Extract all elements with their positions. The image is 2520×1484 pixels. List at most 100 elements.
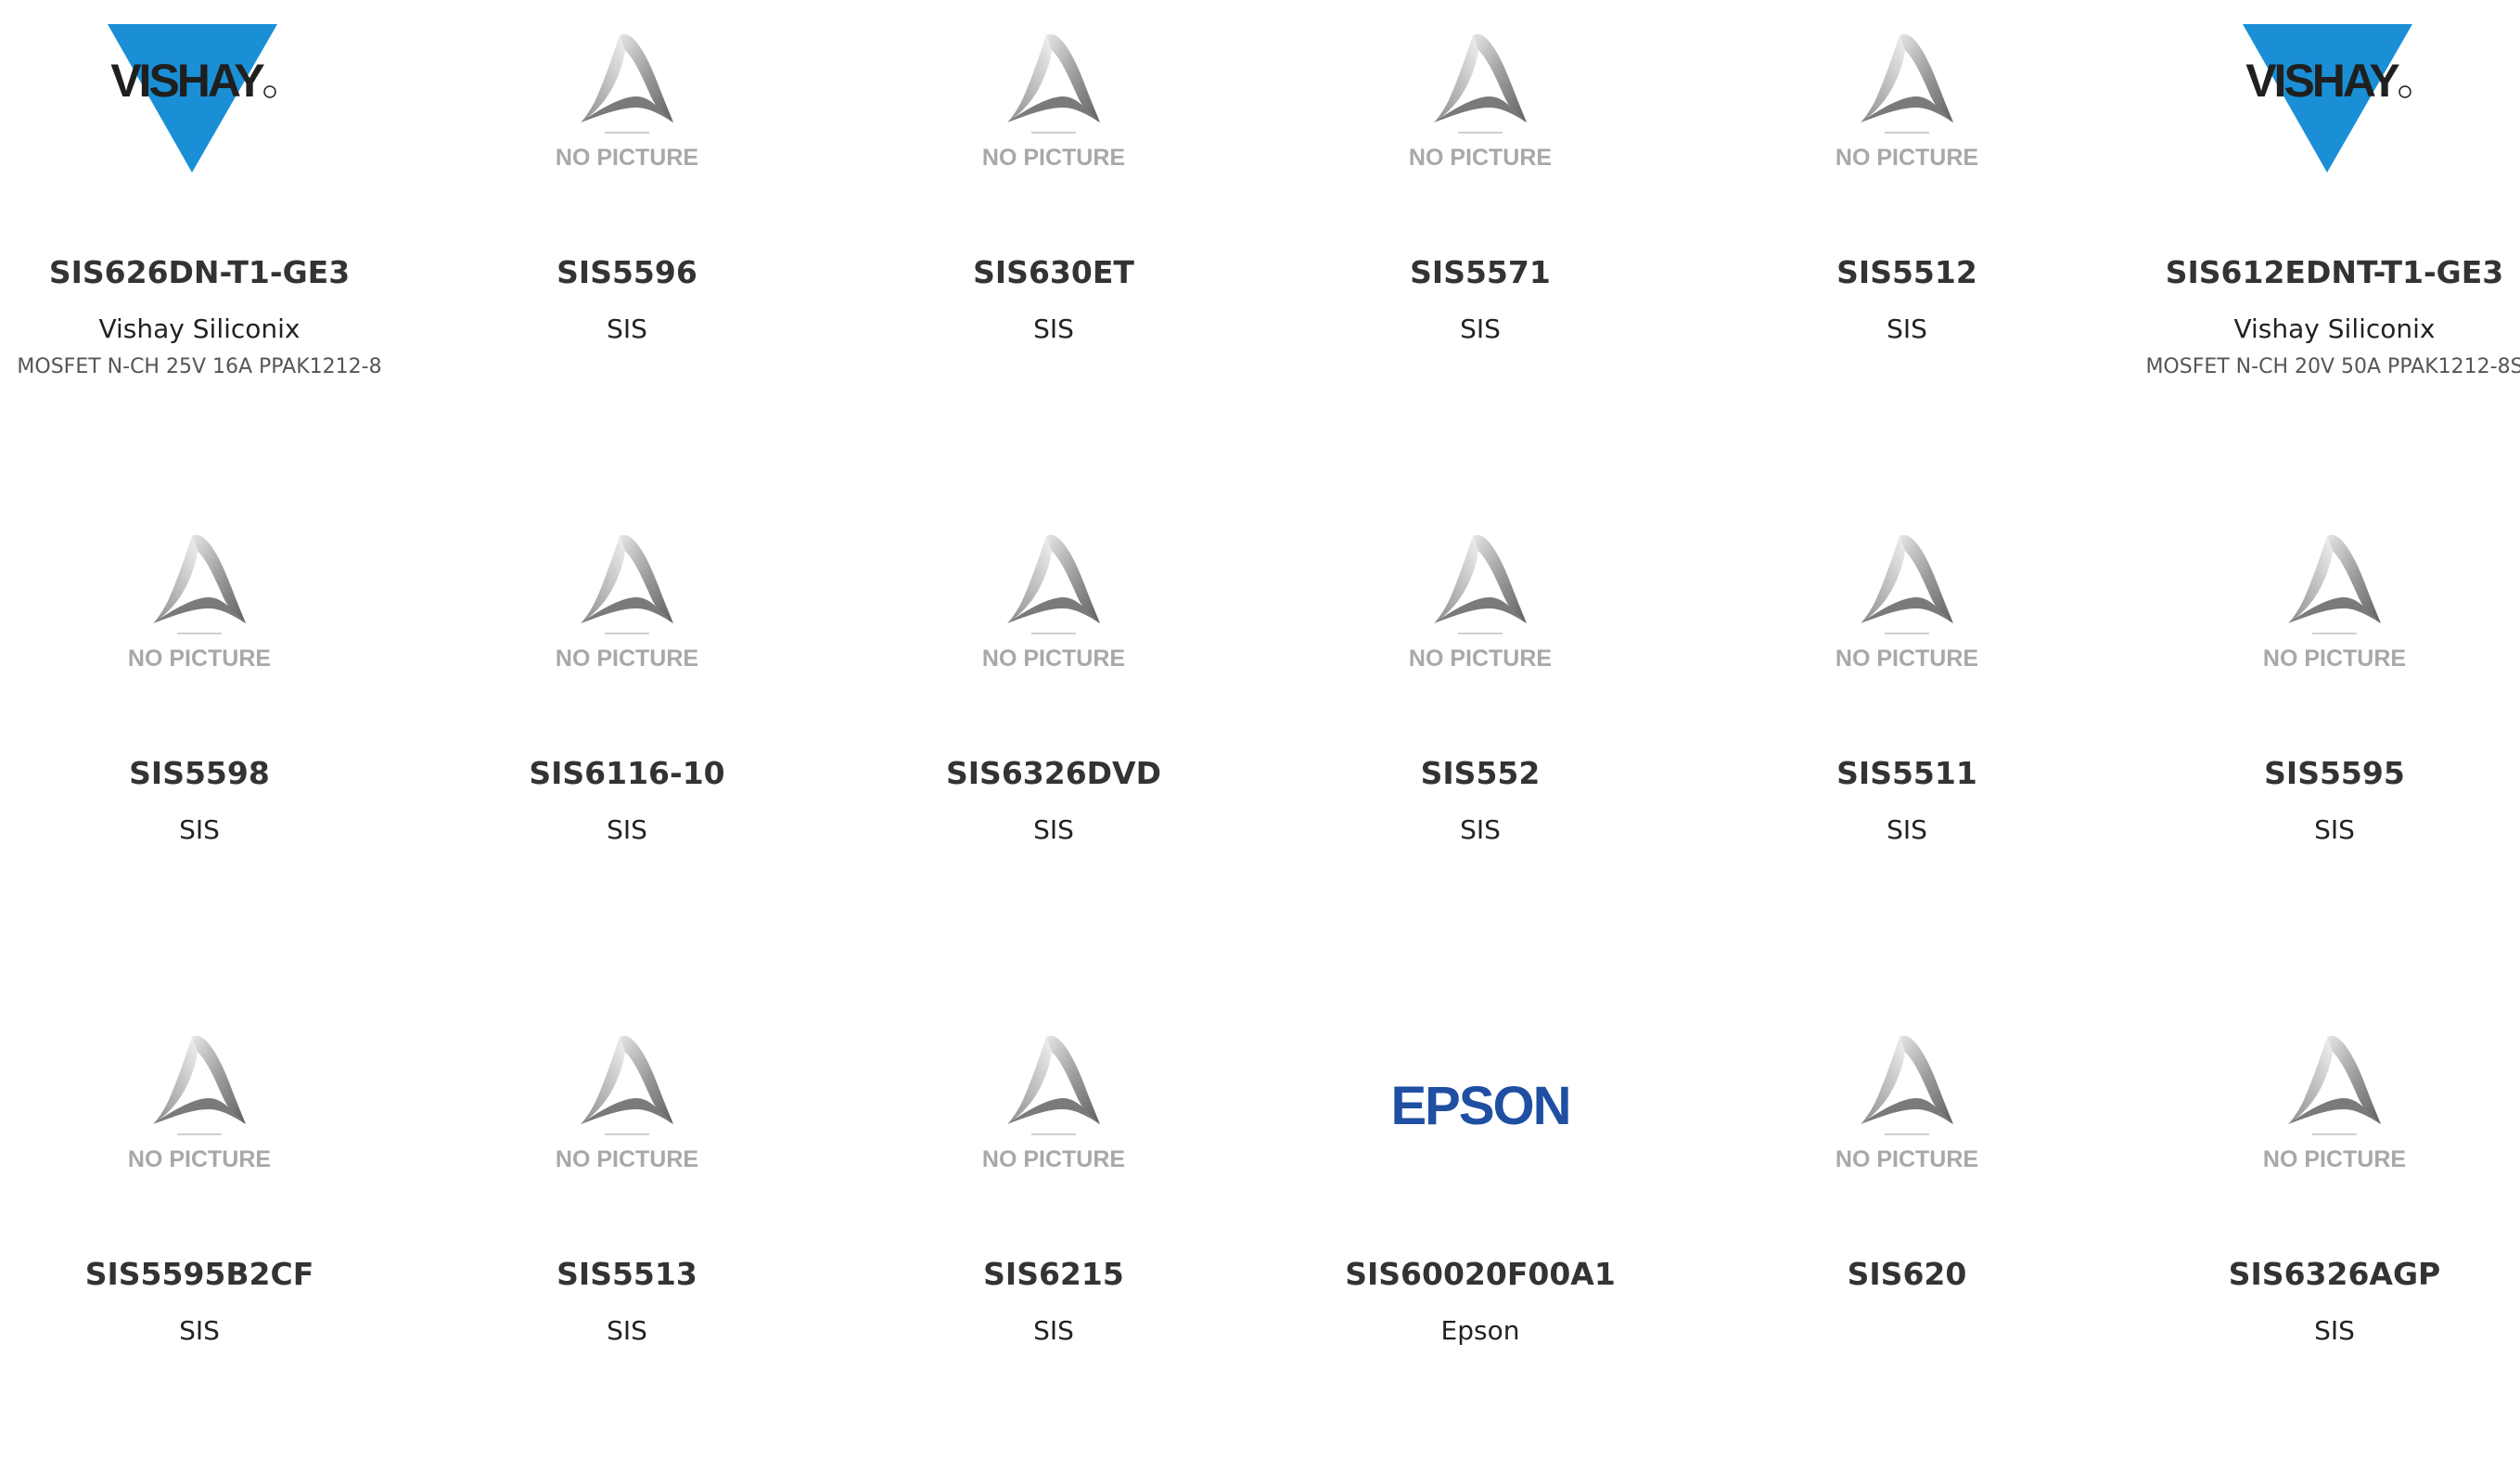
product-part-number[interactable]: SIS5595B2CF	[0, 1256, 413, 1292]
product-image[interactable]: NO PICTURE	[2121, 1002, 2520, 1201]
no-picture-icon: NO PICTURE	[982, 534, 1125, 672]
product-image[interactable]: VISHAY	[2121, 0, 2520, 199]
no-picture-label: NO PICTURE	[2263, 1146, 2406, 1172]
no-picture-label: NO PICTURE	[982, 145, 1125, 171]
no-picture-label: NO PICTURE	[982, 646, 1125, 672]
product-part-number[interactable]: SIS5596	[414, 254, 840, 290]
no-picture-label: NO PICTURE	[1409, 646, 1552, 672]
no-picture-label: NO PICTURE	[1836, 145, 1978, 171]
product-part-number[interactable]: SIS5511	[1694, 755, 2120, 791]
product-manufacturer: SIS	[607, 1315, 647, 1346]
product-manufacturer: SIS	[1033, 814, 1074, 845]
no-picture-label: NO PICTURE	[1836, 1146, 1978, 1172]
no-picture-icon: NO PICTURE	[982, 33, 1125, 171]
no-picture-label: NO PICTURE	[128, 1146, 271, 1172]
product-manufacturer: SIS	[179, 814, 220, 845]
product-manufacturer: Vishay Siliconix	[2233, 313, 2436, 344]
product-card[interactable]: NO PICTURE SIS5512 SIS	[1694, 0, 2120, 482]
product-image[interactable]: NO PICTURE	[414, 501, 840, 700]
no-picture-icon: NO PICTURE	[2263, 1035, 2406, 1172]
no-picture-label: NO PICTURE	[2263, 646, 2406, 672]
no-picture-label: NO PICTURE	[1836, 646, 1978, 672]
product-part-number[interactable]: SIS630ET	[840, 254, 1267, 290]
product-card[interactable]: NO PICTURE SIS5571 SIS	[1267, 0, 1694, 482]
product-manufacturer: SIS	[1460, 313, 1501, 344]
svg-text:VISHAY: VISHAY	[110, 55, 264, 107]
no-picture-icon: NO PICTURE	[128, 534, 271, 672]
product-manufacturer: SIS	[1033, 1315, 1074, 1346]
product-manufacturer: SIS	[1033, 313, 1074, 344]
product-card[interactable]: NO PICTURE SIS6326DVD SIS	[840, 501, 1267, 983]
product-card[interactable]: NO PICTURE SIS5595 SIS	[2121, 501, 2520, 983]
product-card[interactable]: NO PICTURE SIS630ET SIS	[840, 0, 1267, 482]
no-picture-icon: NO PICTURE	[1836, 1035, 1978, 1172]
product-card[interactable]: NO PICTURE SIS5596 SIS	[414, 0, 840, 482]
product-manufacturer: SIS	[1887, 313, 1927, 344]
product-card[interactable]: NO PICTURE SIS5511 SIS	[1694, 501, 2120, 983]
product-part-number[interactable]: SIS6116-10	[414, 755, 840, 791]
product-manufacturer: SIS	[607, 313, 647, 344]
product-card[interactable]: NO PICTURE SIS5598 SIS	[0, 501, 413, 983]
product-part-number[interactable]: SIS552	[1267, 755, 1694, 791]
product-part-number[interactable]: SIS6215	[840, 1256, 1267, 1292]
product-card[interactable]: VISHAY SIS612EDNT-T1-GE3 Vishay Siliconix…	[2121, 0, 2520, 482]
product-part-number[interactable]: SIS620	[1694, 1256, 2120, 1292]
product-image[interactable]: NO PICTURE	[1694, 0, 2120, 199]
product-manufacturer: Epson	[1440, 1315, 1520, 1346]
vishay-logo: VISHAY	[2243, 24, 2412, 173]
epson-logo: EPSON	[1390, 1076, 1571, 1136]
product-image[interactable]: NO PICTURE	[2121, 501, 2520, 700]
product-part-number[interactable]: SIS5512	[1694, 254, 2120, 290]
product-image[interactable]: NO PICTURE	[1267, 0, 1694, 199]
no-picture-icon: NO PICTURE	[1409, 33, 1552, 171]
product-description: MOSFET N-CH 20V 50A PPAK1212-8S	[2145, 355, 2520, 378]
vishay-logo: VISHAY	[108, 24, 277, 173]
product-part-number[interactable]: SIS5513	[414, 1256, 840, 1292]
product-image[interactable]: NO PICTURE	[0, 501, 413, 700]
product-part-number[interactable]: SIS626DN-T1-GE3	[0, 254, 413, 290]
product-image[interactable]: NO PICTURE	[1694, 1002, 2120, 1201]
product-card[interactable]: NO PICTURE SIS5513 SIS	[414, 1002, 840, 1484]
product-part-number[interactable]: SIS6326AGP	[2121, 1256, 2520, 1292]
no-picture-icon: NO PICTURE	[2263, 534, 2406, 672]
product-image[interactable]: NO PICTURE	[840, 501, 1267, 700]
product-image[interactable]: NO PICTURE	[414, 1002, 840, 1201]
no-picture-label: NO PICTURE	[128, 646, 271, 672]
product-image[interactable]: VISHAY	[0, 0, 413, 199]
no-picture-label: NO PICTURE	[556, 646, 698, 672]
product-image[interactable]: NO PICTURE	[1267, 501, 1694, 700]
product-image[interactable]: NO PICTURE	[0, 1002, 413, 1201]
no-picture-label: NO PICTURE	[1409, 145, 1552, 171]
no-picture-icon: NO PICTURE	[556, 33, 698, 171]
product-card[interactable]: NO PICTURE SIS6326AGP SIS	[2121, 1002, 2520, 1484]
product-description: MOSFET N-CH 25V 16A PPAK1212-8	[17, 355, 382, 378]
product-card[interactable]: NO PICTURE SIS5595B2CF SIS	[0, 1002, 413, 1484]
product-part-number[interactable]: SIS5595	[2121, 755, 2520, 791]
product-part-number[interactable]: SIS6326DVD	[840, 755, 1267, 791]
product-image[interactable]: NO PICTURE	[840, 0, 1267, 199]
no-picture-label: NO PICTURE	[556, 145, 698, 171]
product-card[interactable]: EPSON SIS60020F00A1 Epson	[1267, 1002, 1694, 1484]
product-card[interactable]: VISHAY SIS626DN-T1-GE3 Vishay Siliconix MO…	[0, 0, 413, 482]
product-manufacturer: SIS	[2314, 1315, 2355, 1346]
no-picture-label: NO PICTURE	[556, 1146, 698, 1172]
no-picture-icon: NO PICTURE	[1409, 534, 1552, 672]
product-part-number[interactable]: SIS5571	[1267, 254, 1694, 290]
product-part-number[interactable]: SIS5598	[0, 755, 413, 791]
svg-text:VISHAY: VISHAY	[2245, 55, 2399, 107]
product-card[interactable]: NO PICTURE SIS552 SIS	[1267, 501, 1694, 983]
product-image[interactable]: NO PICTURE	[1694, 501, 2120, 700]
product-image[interactable]: EPSON	[1267, 1002, 1694, 1201]
no-picture-icon: NO PICTURE	[556, 1035, 698, 1172]
product-image[interactable]: NO PICTURE	[840, 1002, 1267, 1201]
product-card[interactable]: NO PICTURE SIS620	[1694, 1002, 2120, 1484]
product-manufacturer: SIS	[607, 814, 647, 845]
no-picture-icon: NO PICTURE	[982, 1035, 1125, 1172]
product-part-number[interactable]: SIS612EDNT-T1-GE3	[2121, 254, 2520, 290]
no-picture-icon: NO PICTURE	[1836, 33, 1978, 171]
product-image[interactable]: NO PICTURE	[414, 0, 840, 199]
product-card[interactable]: NO PICTURE SIS6215 SIS	[840, 1002, 1267, 1484]
product-card[interactable]: NO PICTURE SIS6116-10 SIS	[414, 501, 840, 983]
product-manufacturer: SIS	[1887, 814, 1927, 845]
product-part-number[interactable]: SIS60020F00A1	[1267, 1256, 1694, 1292]
